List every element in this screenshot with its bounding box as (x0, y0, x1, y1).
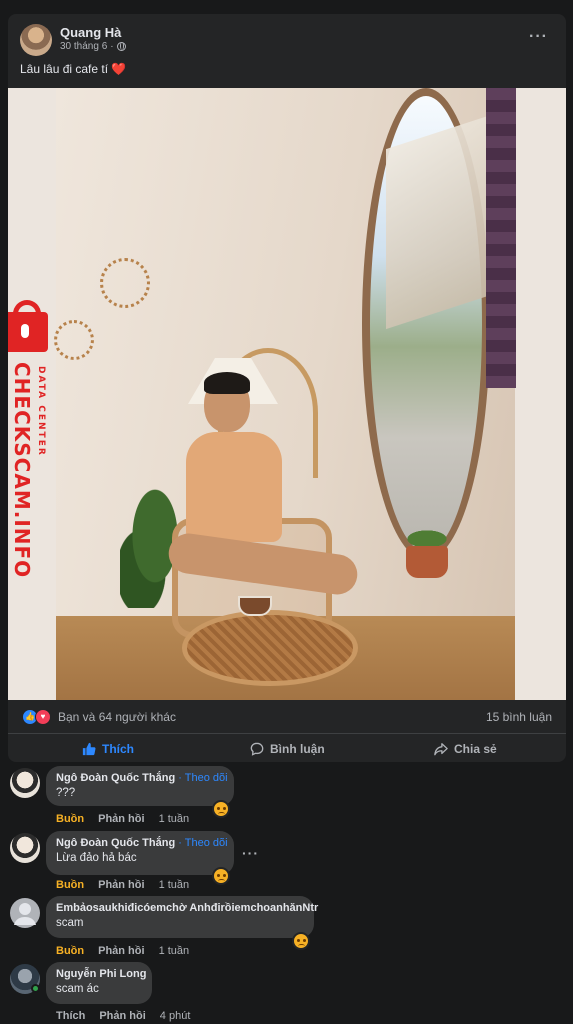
comment-time[interactable]: 1 tuần (159, 879, 190, 891)
comment-bubble-icon (250, 742, 264, 756)
like-label: Thích (102, 742, 134, 756)
author-name[interactable]: Quang Hà (60, 25, 121, 40)
watermark: CHECKSCAM.INFO DATA CENTER (8, 300, 68, 612)
commenter-name[interactable]: Embảosaukhiđicóemchờ AnhđirồiemchoanhănN… (56, 902, 318, 914)
thumbs-up-icon (82, 742, 96, 756)
comment-bubble: Embảosaukhiđicóemchờ AnhđirồiemchoanhănN… (46, 896, 318, 938)
comment-actions: Buồn Phản hồi 1 tuần (56, 813, 189, 825)
photo-person-body (186, 432, 282, 542)
photo-pot (406, 546, 448, 578)
comment-text: Lừa đảo hả bác (56, 852, 137, 864)
comment-reply-button[interactable]: Phản hồi (99, 1010, 145, 1022)
commenter-name-line: Ngô Đoàn Quốc Thắng · Theo dõi (56, 837, 228, 849)
share-button[interactable]: Chia sẻ (434, 742, 497, 756)
comment-label: Bình luận (270, 742, 325, 756)
commenter-avatar[interactable] (10, 768, 40, 798)
post-caption: Lâu lâu đi cafe tí ❤️ (20, 62, 127, 76)
comment-count[interactable]: 15 bình luận (486, 710, 552, 724)
commenter-avatar[interactable] (10, 898, 40, 928)
comment-bubble: Nguyễn Phi Long scam ác (46, 962, 152, 1004)
comment-more-button[interactable]: ··· (242, 845, 259, 861)
comment-like-button[interactable]: Thích (56, 1010, 85, 1022)
commenter-name[interactable]: Ngô Đoàn Quốc Thắng (56, 837, 175, 849)
photo-person-hair (204, 372, 250, 394)
reaction-stats: 👍 ♥ Bạn và 64 người khác 15 bình luận (8, 700, 566, 734)
comment-text: ??? (56, 787, 76, 799)
photo-coffee-cup (238, 596, 272, 616)
online-status-icon (31, 984, 40, 993)
post-card: Quang Hà 30 tháng 6 · ··· Lâu lâu đi caf… (8, 14, 566, 762)
lock-icon (8, 300, 48, 352)
share-label: Chia sẻ (454, 742, 497, 756)
reaction-icons[interactable]: 👍 ♥ (22, 709, 52, 725)
meta-dot: · (110, 41, 114, 52)
like-button[interactable]: Thích (82, 742, 134, 756)
post-header: Quang Hà 30 tháng 6 · ··· (8, 14, 566, 60)
comment-time[interactable]: 1 tuần (159, 813, 190, 825)
comment-bubble: Ngô Đoàn Quốc Thắng · Theo dõi ??? (46, 766, 234, 806)
comment-reply-button[interactable]: Phản hồi (98, 813, 144, 825)
comment-reaction-button[interactable]: Buồn (56, 879, 84, 891)
comment-reply-button[interactable]: Phản hồi (98, 945, 144, 957)
share-arrow-icon (434, 743, 448, 756)
commenter-name[interactable]: Nguyễn Phi Long (56, 968, 146, 980)
comment-bubble: Ngô Đoàn Quốc Thắng · Theo dõi Lừa đảo h… (46, 831, 234, 875)
comment-reaction-button[interactable]: Buồn (56, 945, 84, 957)
comment-time[interactable]: 1 tuần (159, 945, 190, 957)
comment-button[interactable]: Bình luận (250, 742, 325, 756)
sad-emoji-icon[interactable] (292, 932, 310, 950)
more-options-button[interactable]: ··· (529, 28, 548, 46)
comment-reaction-button[interactable]: Buồn (56, 813, 84, 825)
post-actions: Thích Bình luận Chia sẻ (8, 736, 566, 762)
comment-actions: Buồn Phản hồi 1 tuần (56, 879, 189, 891)
post-date[interactable]: 30 tháng 6 (60, 41, 107, 52)
commenter-name[interactable]: Ngô Đoàn Quốc Thắng (56, 772, 175, 784)
comment-time[interactable]: 4 phút (160, 1010, 191, 1022)
photo-curtain (486, 88, 516, 388)
comment-actions: Thích Phản hồi 4 phút (56, 1010, 190, 1022)
photo-rattan-table (182, 610, 358, 686)
comment-text: scam (56, 917, 84, 929)
author-avatar[interactable] (20, 24, 52, 56)
commenter-avatar[interactable] (10, 833, 40, 863)
photo-sun-mirror (100, 258, 150, 308)
follow-link[interactable]: · Theo dõi (178, 837, 227, 849)
comment-actions: Buồn Phản hồi 1 tuần (56, 945, 189, 957)
reaction-summary[interactable]: Bạn và 64 người khác (58, 710, 176, 724)
commenter-name-line: Ngô Đoàn Quốc Thắng · Theo dõi (56, 772, 228, 784)
post-meta: 30 tháng 6 · (60, 41, 126, 52)
watermark-text: CHECKSCAM.INFO (10, 362, 34, 579)
sad-emoji-icon[interactable] (212, 867, 230, 885)
follow-link[interactable]: · Theo dõi (178, 772, 227, 784)
sad-emoji-icon[interactable] (212, 800, 230, 818)
love-reaction-icon: ♥ (35, 709, 51, 725)
globe-icon (116, 42, 126, 51)
post-photo[interactable]: CHECKSCAM.INFO DATA CENTER (8, 88, 566, 700)
comment-text: scam ác (56, 983, 99, 995)
default-avatar-icon (14, 903, 36, 925)
watermark-subtext: DATA CENTER (36, 366, 46, 457)
comment-reply-button[interactable]: Phản hồi (98, 879, 144, 891)
